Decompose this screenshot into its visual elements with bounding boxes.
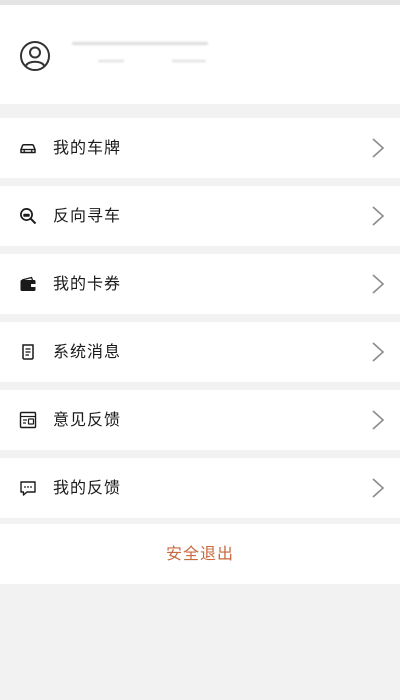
menu-item-coupons[interactable]: 我的卡券 <box>0 254 400 314</box>
profile-card[interactable] <box>0 5 400 104</box>
feedback-form-icon <box>19 411 37 429</box>
chevron-right-icon <box>372 342 385 362</box>
menu-item-suggestions[interactable]: 意见反馈 <box>0 390 400 450</box>
message-doc-icon <box>22 344 34 360</box>
menu-label: 意见反馈 <box>53 410 122 429</box>
logout-button[interactable]: 安全退出 <box>0 524 400 584</box>
search-car-icon <box>20 208 37 225</box>
menu-item-reverse-car-search[interactable]: 反向寻车 <box>0 186 400 246</box>
chevron-right-icon <box>372 274 385 294</box>
menu-label: 反向寻车 <box>53 206 122 225</box>
blurred-info-2 <box>172 60 206 62</box>
chevron-right-icon <box>372 206 385 226</box>
user-circle-icon <box>20 41 50 71</box>
logout-label: 安全退出 <box>165 544 234 563</box>
menu-label: 我的车牌 <box>53 138 122 157</box>
menu-item-system-messages[interactable]: 系统消息 <box>0 322 400 382</box>
menu-item-my-feedback[interactable]: 我的反馈 <box>0 458 400 518</box>
chevron-right-icon <box>372 410 385 430</box>
menu-label: 系统消息 <box>53 342 122 361</box>
menu-label: 我的反馈 <box>53 478 122 497</box>
chevron-right-icon <box>372 138 385 158</box>
chevron-right-icon <box>372 478 385 498</box>
chat-bubble-icon <box>20 481 36 496</box>
menu-label: 我的卡券 <box>53 274 122 293</box>
menu-item-license-plates[interactable]: 我的车牌 <box>0 118 400 178</box>
blurred-info-1 <box>98 60 124 62</box>
blurred-username <box>72 42 208 45</box>
wallet-icon <box>20 276 36 291</box>
car-icon <box>20 144 36 154</box>
